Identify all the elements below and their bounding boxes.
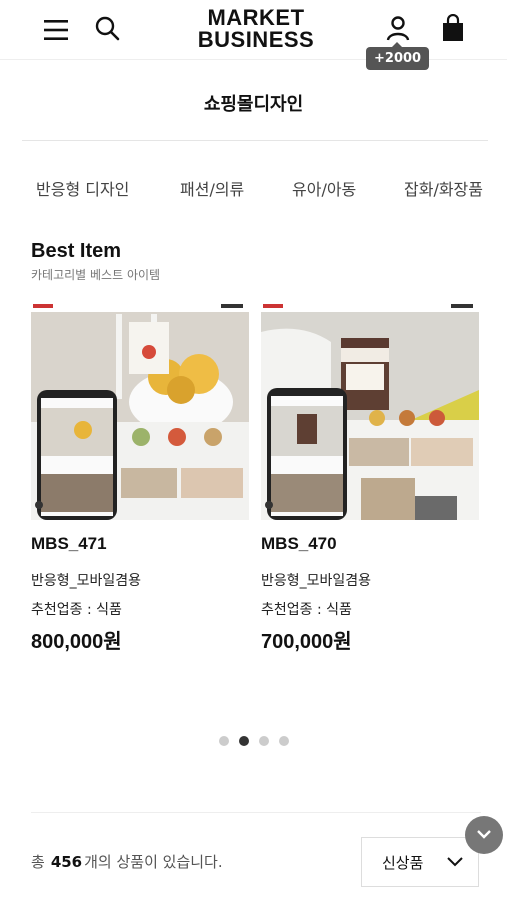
scroll-down-button[interactable] bbox=[465, 816, 503, 854]
category-tabs: 반응형 디자인 패션/의류 유아/아동 잡화/화장품 bbox=[0, 176, 507, 204]
product-preview-image bbox=[261, 302, 479, 520]
count-suffix: 개의 상품이 있습니다. bbox=[84, 853, 223, 871]
search-button[interactable] bbox=[91, 12, 123, 44]
sort-select[interactable]: 신상품 bbox=[361, 837, 479, 887]
product-type: 반응형_모바일겸용 bbox=[261, 573, 372, 589]
product-card[interactable]: MBS_471 반응형_모바일겸용 추천업종 : 식품 800,000원 bbox=[31, 302, 249, 653]
section-subtitle: 카테고리별 베스트 아이템 bbox=[31, 268, 161, 282]
menu-icon bbox=[44, 20, 68, 40]
product-card[interactable]: MBS_470 반응형_모바일겸용 추천업종 : 식품 700,000원 bbox=[261, 302, 479, 653]
product-name[interactable]: MBS_470 bbox=[261, 534, 337, 554]
category-tab-responsive[interactable]: 반응형 디자인 bbox=[36, 176, 129, 200]
header: MARKET BUSINESS +2000 bbox=[0, 0, 507, 70]
product-recommended: 추천업종 : 식품 bbox=[31, 602, 122, 618]
product-price: 800,000원 bbox=[31, 631, 122, 653]
shopping-bag-icon bbox=[443, 14, 463, 41]
carousel-dot[interactable] bbox=[279, 736, 289, 746]
page-title: 쇼핑몰디자인 bbox=[203, 94, 304, 115]
product-type: 반응형_모바일겸용 bbox=[31, 573, 142, 589]
logo-line-1: MARKET bbox=[207, 5, 305, 30]
product-count: 총 456 개의 상품이 있습니다. bbox=[31, 851, 223, 872]
product-price: 700,000원 bbox=[261, 631, 352, 653]
logo[interactable]: MARKET BUSINESS bbox=[196, 7, 316, 51]
carousel-pagination bbox=[219, 736, 289, 746]
category-tab-fashion[interactable]: 패션/의류 bbox=[180, 176, 244, 200]
user-icon bbox=[386, 16, 410, 41]
product-thumbnail[interactable] bbox=[31, 302, 249, 520]
divider bbox=[22, 140, 488, 141]
category-tab-kids[interactable]: 유아/아동 bbox=[292, 176, 356, 200]
product-preview-image bbox=[31, 302, 249, 520]
category-tab-goods-cosmetics[interactable]: 잡화/화장품 bbox=[404, 176, 483, 200]
user-button[interactable] bbox=[383, 12, 413, 44]
menu-button[interactable] bbox=[40, 14, 72, 46]
sort-selected-value: 신상품 bbox=[382, 853, 424, 872]
carousel-dot-active[interactable] bbox=[239, 736, 249, 746]
chevron-down-icon bbox=[477, 830, 491, 839]
cart-button[interactable] bbox=[439, 12, 467, 44]
logo-line-2: BUSINESS bbox=[197, 27, 315, 52]
chevron-down-icon bbox=[447, 857, 463, 867]
carousel-dot[interactable] bbox=[259, 736, 269, 746]
product-thumbnail[interactable] bbox=[261, 302, 479, 520]
product-recommended: 추천업종 : 식품 bbox=[261, 602, 352, 618]
search-icon bbox=[95, 16, 120, 41]
section-title: Best Item bbox=[31, 240, 122, 262]
count-prefix: 총 bbox=[31, 853, 45, 871]
product-name[interactable]: MBS_471 bbox=[31, 534, 107, 554]
divider bbox=[31, 812, 481, 813]
carousel-dot[interactable] bbox=[219, 736, 229, 746]
point-badge: +2000 bbox=[366, 42, 430, 70]
count-value: 456 bbox=[50, 853, 83, 871]
